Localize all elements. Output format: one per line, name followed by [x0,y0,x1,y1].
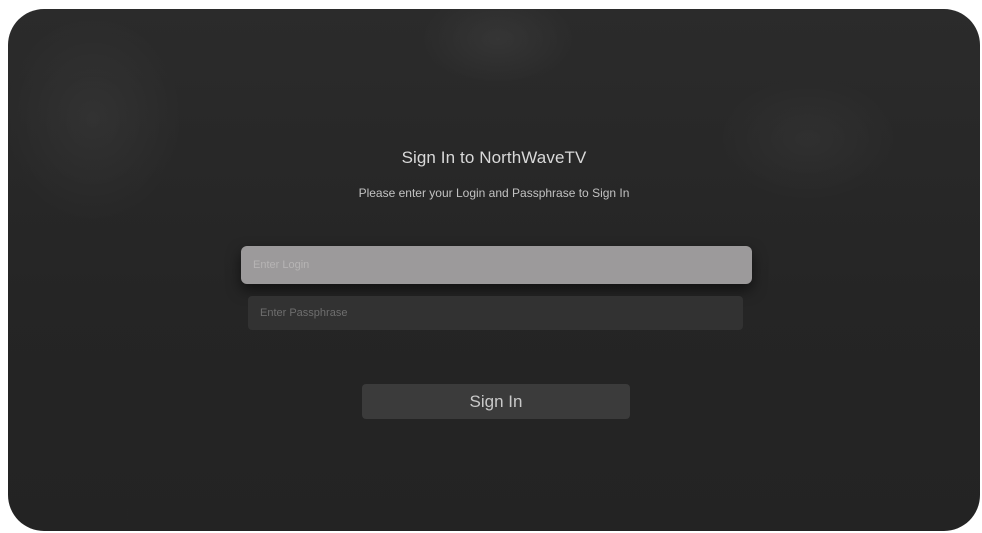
page-subtitle: Please enter your Login and Passphrase t… [358,186,630,200]
page-title: Sign In to NorthWaveTV [401,148,587,167]
login-input[interactable] [241,246,752,284]
tv-screen: Sign In to NorthWaveTV Please enter your… [8,9,980,531]
sign-in-button[interactable]: Sign In [362,384,630,419]
passphrase-input[interactable] [248,296,743,330]
